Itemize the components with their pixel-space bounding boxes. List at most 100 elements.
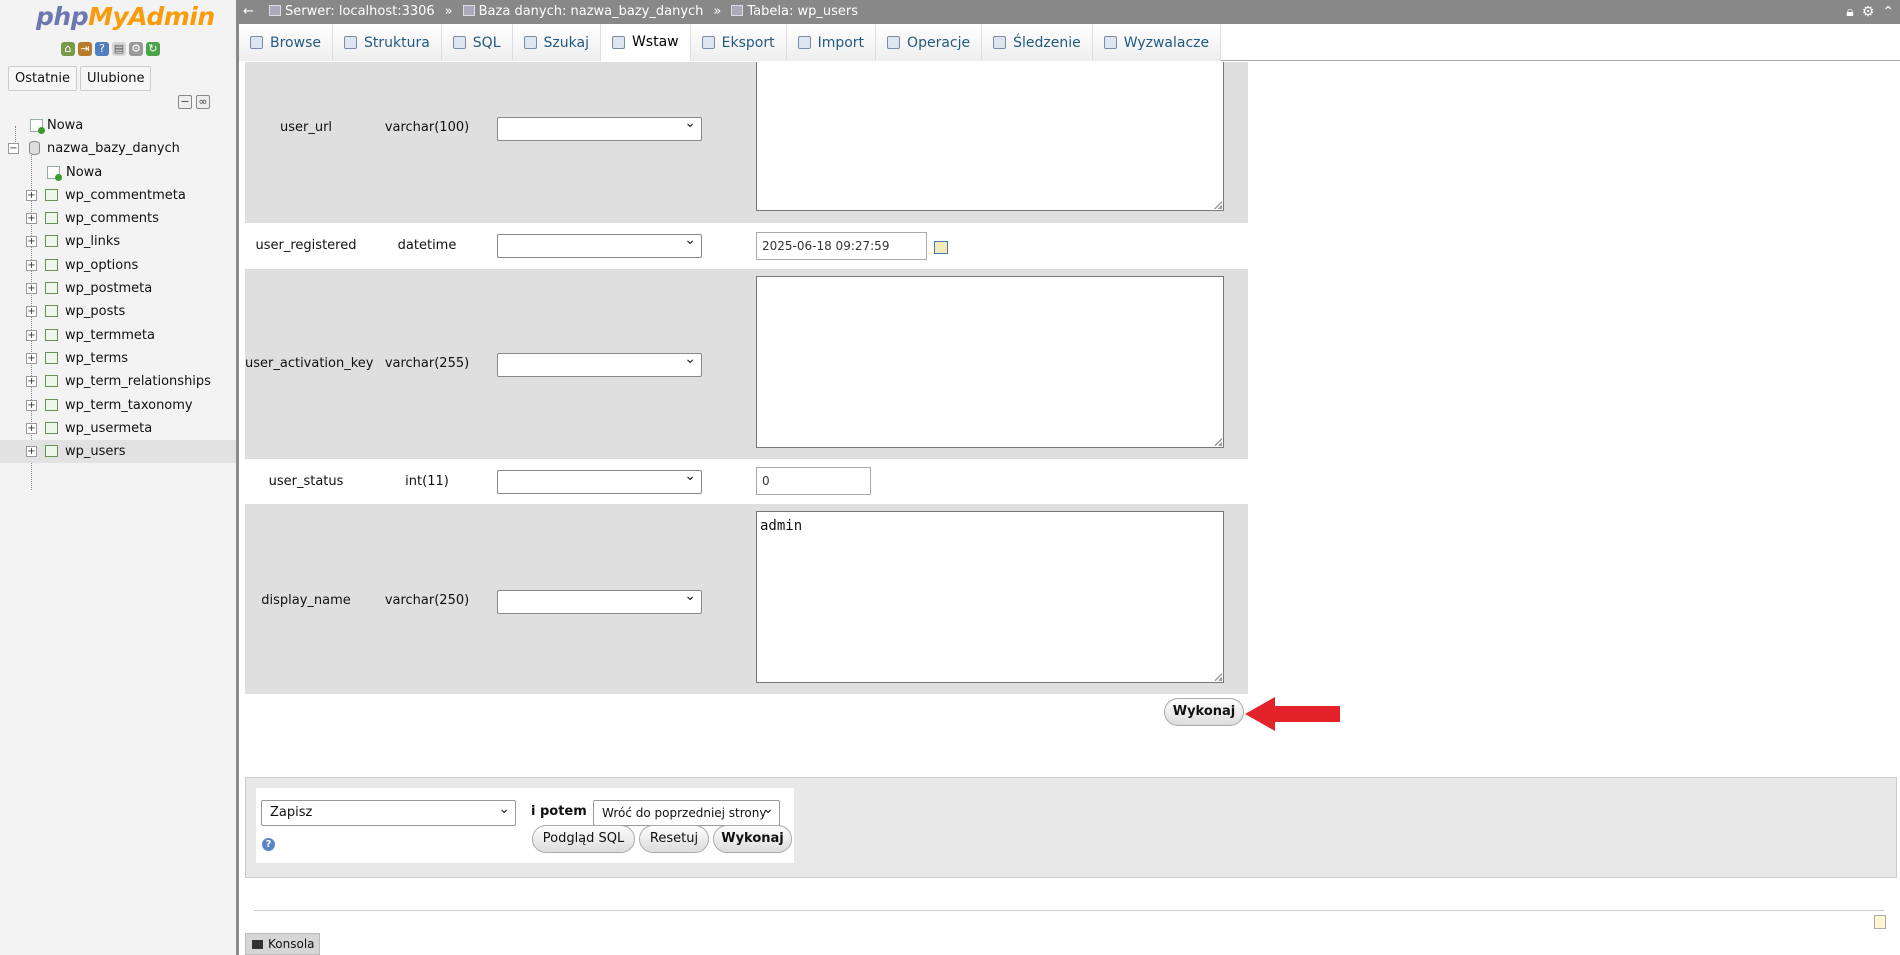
after-action-select[interactable]: Wróć do poprzedniej strony xyxy=(593,797,780,826)
table-icon xyxy=(45,328,58,341)
tab--ledzenie[interactable]: Śledzenie xyxy=(982,24,1093,61)
collapse-toggle-icon[interactable]: − xyxy=(8,143,19,155)
function-select[interactable] xyxy=(497,115,702,141)
submit-button[interactable]: Wykonaj xyxy=(1164,698,1244,726)
expand-toggle-icon[interactable]: + xyxy=(26,352,37,364)
field-name: user_registered xyxy=(255,238,357,253)
function-select[interactable] xyxy=(497,468,702,494)
expand-toggle-icon[interactable]: + xyxy=(26,259,37,271)
tab-wyzwalacze[interactable]: Wyzwalacze xyxy=(1092,24,1222,61)
reset-button[interactable]: Resetuj xyxy=(639,825,709,853)
expand-toggle-icon[interactable]: + xyxy=(26,329,37,341)
back-arrow-icon[interactable]: ← xyxy=(243,0,254,24)
tab-wstaw[interactable]: Wstaw xyxy=(600,24,691,61)
breadcrumb-table[interactable]: Tabela: wp_users xyxy=(731,0,858,24)
docs-icon[interactable]: ▤ xyxy=(112,42,126,56)
function-select[interactable] xyxy=(497,232,702,258)
submit-options: Zapisz i potem Wróć do poprzedniej stron… xyxy=(256,788,794,863)
expand-toggle-icon[interactable]: + xyxy=(26,422,37,434)
tree-item-table[interactable]: + wp_comments xyxy=(0,207,236,230)
field-row-user-activation-key: user_activation_key varchar(255) xyxy=(245,269,1248,459)
table-icon xyxy=(45,188,58,201)
datetime-input[interactable]: 2025-06-18 09:27:59 xyxy=(756,232,927,260)
function-select[interactable] xyxy=(497,351,702,377)
expand-toggle-icon[interactable]: + xyxy=(26,376,37,388)
tab-browse[interactable]: Browse xyxy=(239,24,333,61)
tree-item-label: wp_usermeta xyxy=(65,420,153,436)
tab-label: Szukaj xyxy=(543,34,589,51)
value-input[interactable]: 0 xyxy=(756,467,871,495)
tree-item-table[interactable]: + wp_users xyxy=(0,440,236,464)
tab-eksport[interactable]: Eksport xyxy=(690,24,787,61)
expand-toggle-icon[interactable]: + xyxy=(26,306,37,318)
expand-toggle-icon[interactable]: + xyxy=(26,446,37,458)
tree-item-database[interactable]: − nazwa_bazy_danych xyxy=(0,137,236,160)
table-icon xyxy=(45,235,58,248)
value-textarea[interactable]: admin xyxy=(756,511,1224,683)
calendar-icon[interactable] xyxy=(934,241,948,254)
tree-item-table[interactable]: + wp_termmeta xyxy=(0,324,236,347)
recent-tab[interactable]: Ostatnie xyxy=(8,66,78,91)
panel-divider[interactable] xyxy=(236,0,239,955)
quick-icons: ⌂ ⇥ ? ▤ ⚙ ↻ xyxy=(61,42,160,56)
tab-struktura[interactable]: Struktura xyxy=(332,24,442,61)
tree-item-table[interactable]: + wp_usermeta xyxy=(0,417,236,440)
topbar-right-icons: 🔒︎ ⚙ ⌃ xyxy=(1846,0,1894,24)
field-type: varchar(250) xyxy=(384,593,470,608)
tree-item-table[interactable]: + wp_links xyxy=(0,230,236,253)
database-icon xyxy=(462,5,475,16)
tab-operacje[interactable]: Operacje xyxy=(876,24,983,61)
breadcrumb: Serwer: localhost:3306 » Baza danych: na… xyxy=(269,0,858,24)
tree-item-table[interactable]: + wp_postmeta xyxy=(0,277,236,300)
table-icon xyxy=(45,375,58,388)
nav-tabs: Ostatnie Ulubione xyxy=(8,66,152,91)
tree-item-table[interactable]: + wp_commentmeta xyxy=(0,184,236,207)
link-icon[interactable]: ∞ xyxy=(196,95,210,109)
field-type: varchar(100) xyxy=(384,120,470,135)
action-select[interactable]: Zapisz xyxy=(261,797,516,826)
database-icon xyxy=(29,141,40,156)
tab-import[interactable]: Import xyxy=(786,24,877,61)
tab-sql[interactable]: SQL xyxy=(441,24,513,61)
field-name: user_status xyxy=(268,474,344,489)
phpmyadmin-logo[interactable]: phpMyAdmin xyxy=(36,2,215,31)
expand-toggle-icon[interactable]: + xyxy=(26,399,37,411)
value-textarea[interactable] xyxy=(756,276,1224,448)
logo-text-myadmin: MyAdmin xyxy=(88,2,215,31)
console-tab[interactable]: Konsola xyxy=(245,933,320,955)
help-icon[interactable]: ? xyxy=(95,42,109,56)
tree-item-new-table[interactable]: Nowa xyxy=(0,161,236,184)
expand-toggle-icon[interactable]: + xyxy=(26,283,37,295)
home-icon[interactable]: ⌂ xyxy=(61,42,75,56)
gear-icon[interactable]: ⚙ xyxy=(1862,0,1875,24)
field-name: display_name xyxy=(261,593,351,608)
go-button[interactable]: Wykonaj xyxy=(713,825,792,853)
notes-icon[interactable] xyxy=(1874,915,1886,929)
tree-item-table[interactable]: + wp_terms xyxy=(0,347,236,370)
value-textarea[interactable] xyxy=(756,62,1224,211)
tree-item-label: wp_terms xyxy=(65,350,129,366)
lock-icon[interactable]: 🔒︎ xyxy=(1846,0,1853,24)
breadcrumb-server[interactable]: Serwer: localhost:3306 xyxy=(269,0,435,24)
expand-toggle-icon[interactable]: + xyxy=(26,189,37,201)
tree-item-table[interactable]: + wp_options xyxy=(0,254,236,277)
tree-item-table[interactable]: + wp_term_relationships xyxy=(0,370,236,393)
help-icon[interactable]: ? xyxy=(262,838,275,851)
tab-label: SQL xyxy=(472,34,501,51)
tab-szukaj[interactable]: Szukaj xyxy=(512,24,601,61)
tab-label: Śledzenie xyxy=(1013,34,1081,51)
preview-sql-button[interactable]: Podgląd SQL xyxy=(532,825,635,853)
expand-toggle-icon[interactable]: + xyxy=(26,236,37,248)
expand-toggle-icon[interactable]: + xyxy=(26,213,37,225)
exit-icon[interactable]: ⇥ xyxy=(78,42,92,56)
tree-item-table[interactable]: + wp_term_taxonomy xyxy=(0,394,236,417)
function-select[interactable] xyxy=(497,588,702,614)
reload-icon[interactable]: ↻ xyxy=(146,42,160,56)
settings-icon[interactable]: ⚙ xyxy=(129,42,143,56)
tree-item-new-database[interactable]: Nowa xyxy=(0,114,236,137)
collapse-icon[interactable]: ⌃ xyxy=(1882,0,1894,24)
collapse-all-icon[interactable]: − xyxy=(178,95,192,109)
favorites-tab[interactable]: Ulubione xyxy=(80,66,152,91)
breadcrumb-database[interactable]: Baza danych: nazwa_bazy_danych xyxy=(462,0,703,24)
tree-item-table[interactable]: + wp_posts xyxy=(0,300,236,323)
